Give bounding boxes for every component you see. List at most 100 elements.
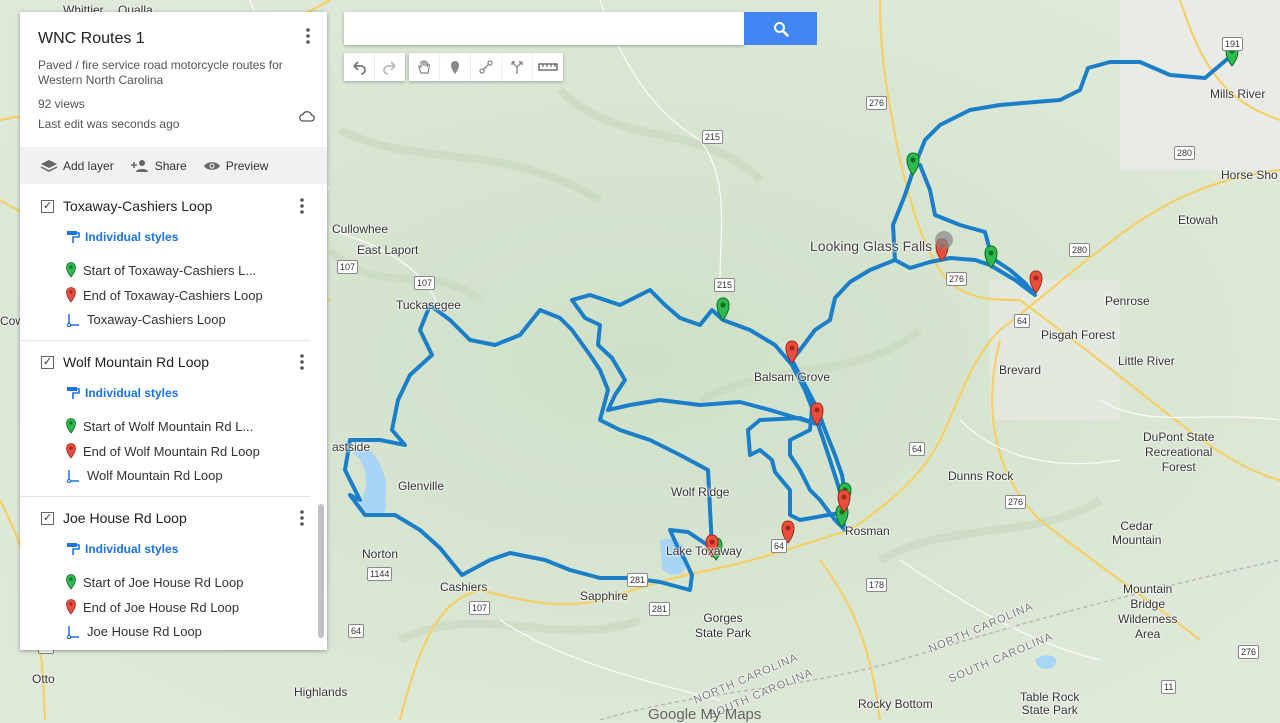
layer-joe-house: ✓ Joe House Rd Loop Individual styles St…	[20, 502, 318, 650]
place-label: Horse Sho	[1221, 168, 1278, 182]
more-vert-icon	[300, 198, 304, 214]
undo-button[interactable]	[344, 53, 374, 81]
layer-name[interactable]: Joe House Rd Loop	[63, 510, 187, 526]
cloud-saved-icon	[299, 111, 315, 122]
layers-icon	[40, 159, 58, 172]
preview-button[interactable]: Preview	[203, 159, 268, 173]
layer-options-button[interactable]	[293, 510, 311, 530]
place-label: Glenville	[398, 479, 445, 493]
green-pin-icon	[66, 574, 76, 590]
place-label: Highlands	[294, 685, 348, 699]
route-shield: 276	[946, 272, 968, 286]
draw-line-button[interactable]	[470, 53, 501, 81]
layer-toxaway-cashiers: ✓ Toxaway-Cashiers Loop Individual style…	[20, 190, 318, 340]
panel-scrollbar[interactable]	[318, 504, 324, 638]
route-shield: 280	[1069, 243, 1091, 257]
select-hand-button[interactable]	[409, 53, 439, 81]
place-label: Balsam Grove	[754, 370, 831, 384]
measure-button[interactable]	[532, 53, 563, 81]
layer-list: ✓ Toxaway-Cashiers Loop Individual style…	[20, 184, 318, 650]
place-label: Tuckasegee	[396, 298, 461, 312]
ruler-icon	[538, 63, 558, 71]
directions-button[interactable]	[501, 53, 532, 81]
place-label: Brevard	[999, 363, 1042, 377]
place-label: Table Rock State Park	[1020, 690, 1080, 717]
place-label: Cashiers	[440, 580, 488, 594]
layer-name[interactable]: Toxaway-Cashiers Loop	[63, 198, 212, 214]
route-shield: 281	[627, 573, 649, 587]
add-marker-button[interactable]	[439, 53, 470, 81]
place-label: Gorges State Park	[695, 611, 752, 640]
route-shield: 178	[866, 578, 888, 592]
redo-icon	[383, 61, 396, 75]
search-button[interactable]	[744, 12, 817, 45]
feature-item[interactable]: Wolf Mountain Rd Loop	[66, 468, 223, 483]
feature-item[interactable]: Start of Joe House Rd Loop	[66, 574, 243, 590]
map-side-panel: WNC Routes 1 Paved / fire service road m…	[20, 12, 327, 650]
green-pin-icon	[66, 418, 76, 434]
search-input[interactable]	[344, 12, 744, 45]
feature-item[interactable]: Toxaway-Cashiers Loop	[66, 312, 226, 327]
route-shield: 64	[909, 442, 926, 456]
place-label: Otto	[32, 672, 55, 686]
place-label: East Laport	[357, 243, 419, 257]
feature-item[interactable]: Start of Wolf Mountain Rd L...	[66, 418, 253, 434]
map-description[interactable]: Paved / fire service road motorcycle rou…	[38, 58, 298, 88]
google-my-maps-logo: Google My Maps	[648, 706, 762, 723]
feature-item[interactable]: Joe House Rd Loop	[66, 624, 202, 639]
feature-item[interactable]: End of Wolf Mountain Rd Loop	[66, 443, 260, 459]
green-pin-icon	[66, 262, 76, 278]
layer-visibility-checkbox[interactable]: ✓	[41, 355, 54, 369]
poi-icon[interactable]	[935, 231, 953, 249]
share-button[interactable]: Share	[130, 159, 187, 173]
urban-area	[1120, 0, 1280, 170]
layer-name[interactable]: Wolf Mountain Rd Loop	[63, 354, 209, 370]
redo-button[interactable]	[374, 53, 405, 81]
route-shield: 191	[1222, 37, 1244, 51]
urban-area	[990, 280, 1120, 420]
layer-options-button[interactable]	[293, 198, 311, 218]
layer-divider	[20, 340, 310, 341]
layer-visibility-checkbox[interactable]: ✓	[41, 199, 54, 213]
individual-styles-link[interactable]: Individual styles	[66, 230, 178, 244]
layer-visibility-checkbox[interactable]: ✓	[41, 511, 54, 525]
route-shield: 281	[649, 602, 671, 616]
feature-item[interactable]: End of Toxaway-Cashiers Loop	[66, 287, 263, 303]
share-label: Share	[154, 158, 187, 173]
more-vert-icon	[300, 354, 304, 370]
more-vert-icon	[300, 510, 304, 526]
individual-styles-link[interactable]: Individual styles	[66, 542, 178, 556]
route-shield: 64	[1014, 314, 1031, 328]
red-pin-icon	[66, 287, 76, 303]
place-label: Mountain Bridge Wilderness Area	[1118, 582, 1178, 641]
layer-options-button[interactable]	[293, 354, 311, 374]
paint-roller-icon	[67, 231, 80, 243]
directions-icon	[511, 61, 523, 74]
place-label: Penrose	[1105, 294, 1150, 308]
route-shield: 215	[702, 130, 724, 144]
route-shield: 276	[1238, 645, 1260, 659]
map-title[interactable]: WNC Routes 1	[38, 30, 327, 48]
place-label: Norton	[362, 547, 399, 561]
place-label: Rocky Bottom	[858, 697, 933, 711]
place-label: Sapphire	[580, 589, 629, 603]
red-pin-icon	[66, 599, 76, 615]
marker-icon	[451, 61, 459, 74]
draw-line-icon	[479, 60, 493, 74]
individual-styles-link[interactable]: Individual styles	[66, 386, 178, 400]
place-label: Looking Glass Falls	[810, 238, 933, 254]
route-shield: 11	[1161, 680, 1177, 694]
map-options-button[interactable]	[299, 28, 317, 48]
place-label: Cedar Mountain	[1112, 519, 1162, 547]
route-line-icon	[66, 469, 79, 483]
paint-roller-icon	[67, 543, 80, 555]
place-label: Dunns Rock	[948, 469, 1014, 483]
route-shield: 64	[771, 539, 788, 553]
feature-item[interactable]: End of Joe House Rd Loop	[66, 599, 239, 615]
feature-item[interactable]: Start of Toxaway-Cashiers L...	[66, 262, 256, 278]
more-vert-icon	[306, 28, 310, 44]
place-label: Wolf Ridge	[671, 485, 730, 499]
layer-divider	[20, 496, 310, 497]
tools-toolbar	[409, 53, 563, 81]
add-layer-button[interactable]: Add layer	[40, 159, 114, 173]
